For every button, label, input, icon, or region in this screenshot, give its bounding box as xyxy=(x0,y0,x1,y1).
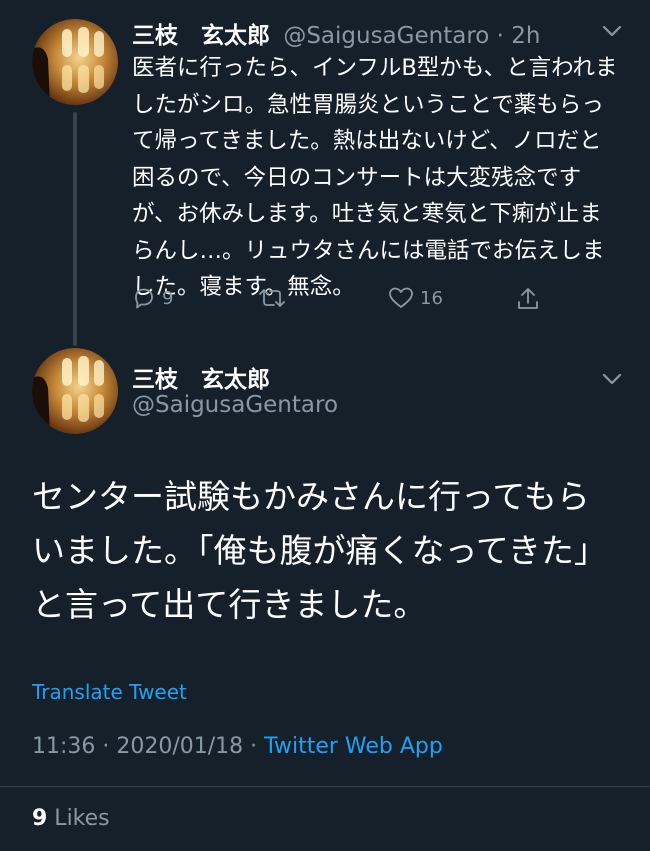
chevron-down-icon[interactable] xyxy=(597,16,627,46)
tweet-timestamp[interactable]: 11:36 · 2020/01/18 · xyxy=(32,734,264,759)
reply-button[interactable]: 9 xyxy=(132,286,173,310)
tweet1-action-bar: 9 16 xyxy=(132,286,562,316)
likes-label: Likes xyxy=(47,806,110,831)
share-button[interactable] xyxy=(516,286,540,312)
share-icon xyxy=(518,288,538,309)
divider xyxy=(0,786,650,787)
like-icon xyxy=(389,287,413,308)
avatar[interactable] xyxy=(32,348,118,434)
chevron-down-icon[interactable] xyxy=(597,364,627,394)
tweet-source-link[interactable]: Twitter Web App xyxy=(264,734,443,759)
author-name[interactable]: 三枝 玄太郎 xyxy=(132,23,270,49)
reply-count: 9 xyxy=(162,287,174,309)
tweet2-text: センター試験もかみさんに行ってもらいました。「俺も腹が痛くなってきた」と言って出… xyxy=(32,477,607,624)
tweet1-text: 医者に行ったら、インフルB型かも、と言われましたがシロ。急性胃腸炎ということで薬… xyxy=(132,55,618,300)
retweet-button[interactable] xyxy=(258,286,292,310)
thread-connector-line xyxy=(73,112,77,346)
reply-icon xyxy=(135,288,153,309)
tweet1-header: 三枝 玄太郎 @SaigusaGentaro · 2h xyxy=(132,16,541,50)
avatar[interactable] xyxy=(32,19,118,105)
tweet-time[interactable]: · 2h xyxy=(497,23,541,49)
likes-count: 9 xyxy=(32,806,48,831)
like-count: 16 xyxy=(420,287,443,309)
author-handle[interactable]: @SaigusaGentaro xyxy=(132,392,338,418)
translate-tweet-link[interactable]: Translate Tweet xyxy=(32,680,187,704)
retweet-icon xyxy=(259,289,285,307)
author-handle[interactable]: @SaigusaGentaro xyxy=(283,23,489,49)
author-name[interactable]: 三枝 玄太郎 xyxy=(132,360,270,394)
likes-summary[interactable]: 9 Likes xyxy=(32,806,110,831)
like-button[interactable]: 16 xyxy=(388,286,443,310)
tweet-metadata: 11:36 · 2020/01/18 · Twitter Web App xyxy=(32,734,443,759)
